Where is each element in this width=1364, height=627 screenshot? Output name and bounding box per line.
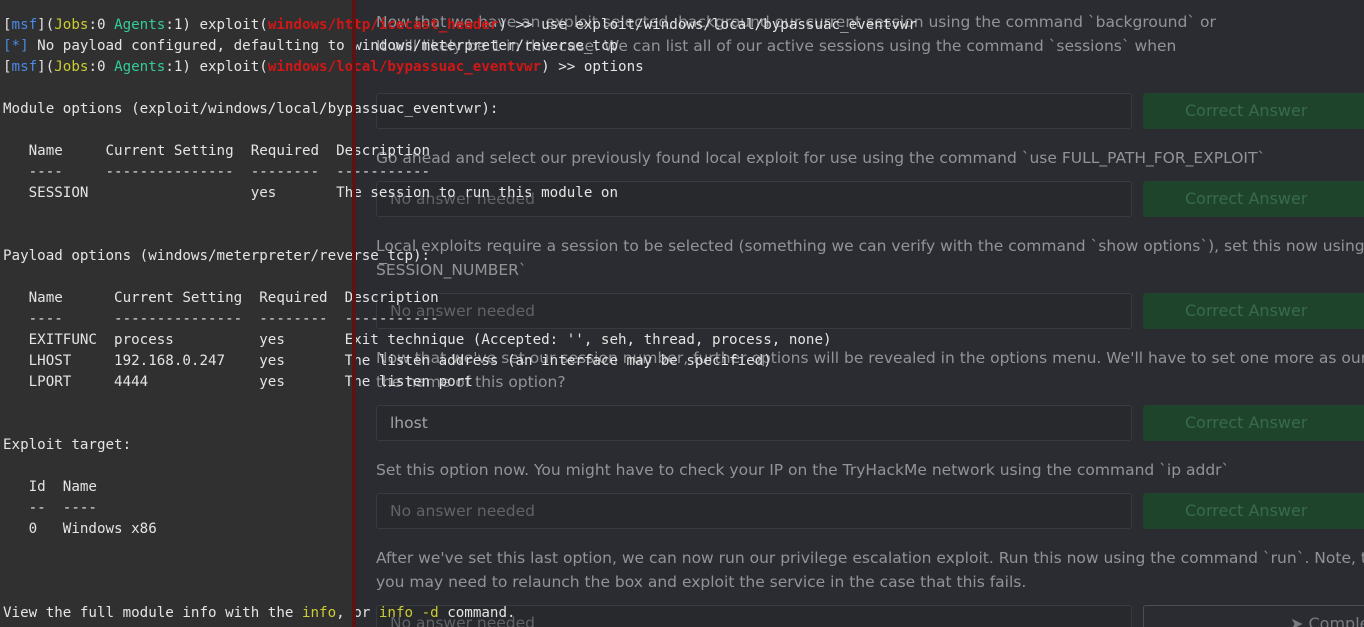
table-row: SESSION yes The session to run this modu… [3,185,618,201]
section-header: Module options (exploit/windows/local/by… [3,101,499,117]
submit-button[interactable]: Correct Answer [1143,493,1364,529]
table-row: LHOST 192.168.0.247 yes The listen addre… [3,353,772,369]
pane-divider[interactable] [352,0,356,627]
submit-button[interactable]: Correct Answer [1143,405,1364,441]
table-row: EXITFUNC process yes Exit technique (Acc… [3,332,832,348]
section-header: Payload options (windows/meterpreter/rev… [3,248,431,264]
table-header: Name Current Setting Required Descriptio… [3,143,431,159]
submit-button[interactable]: Correct Answer [1143,93,1364,129]
answer-input[interactable]: lhost [376,405,1132,441]
table-rule: -- ---- [3,500,97,516]
prompt-line: [msf](Jobs:0 Agents:1) exploit(windows/h… [3,17,917,33]
paper-plane-icon: ➤ [1290,614,1304,627]
answer-input[interactable]: No answer needed [376,293,1132,329]
submit-button[interactable]: Correct Answer [1143,293,1364,329]
table-row: LPORT 4444 yes The listen port [3,374,473,390]
question-text: After we've set this last option, we can… [376,549,1364,567]
table-header: Id Name [3,479,97,495]
section-header: Exploit target: [3,437,132,453]
prompt-line: [msf](Jobs:0 Agents:1) exploit(windows/l… [3,59,644,75]
submit-button[interactable]: Correct Answer [1143,181,1364,217]
question-text: Local exploits require a session to be s… [376,237,1364,255]
msf-terminal[interactable]: [msf](Jobs:0 Agents:1) exploit(windows/h… [0,0,917,627]
question-text: Set this option now. You might have to c… [376,461,1230,479]
table-rule: ---- --------------- -------- ----------… [3,164,431,180]
footer-line: View the full module info with the info,… [3,605,516,621]
complete-button[interactable]: ➤ Complet [1143,605,1364,627]
info-line: [*] No payload configured, defaulting to… [3,38,618,54]
table-row: 0 Windows x86 [3,521,157,537]
question-text: you may need to relaunch the box and exp… [376,573,1027,591]
answer-input[interactable]: No answer needed [376,493,1132,529]
question-text: Go ahead and select our previously found… [376,149,1266,167]
table-rule: ---- --------------- -------- ----------… [3,311,439,327]
table-header: Name Current Setting Required Descriptio… [3,290,439,306]
